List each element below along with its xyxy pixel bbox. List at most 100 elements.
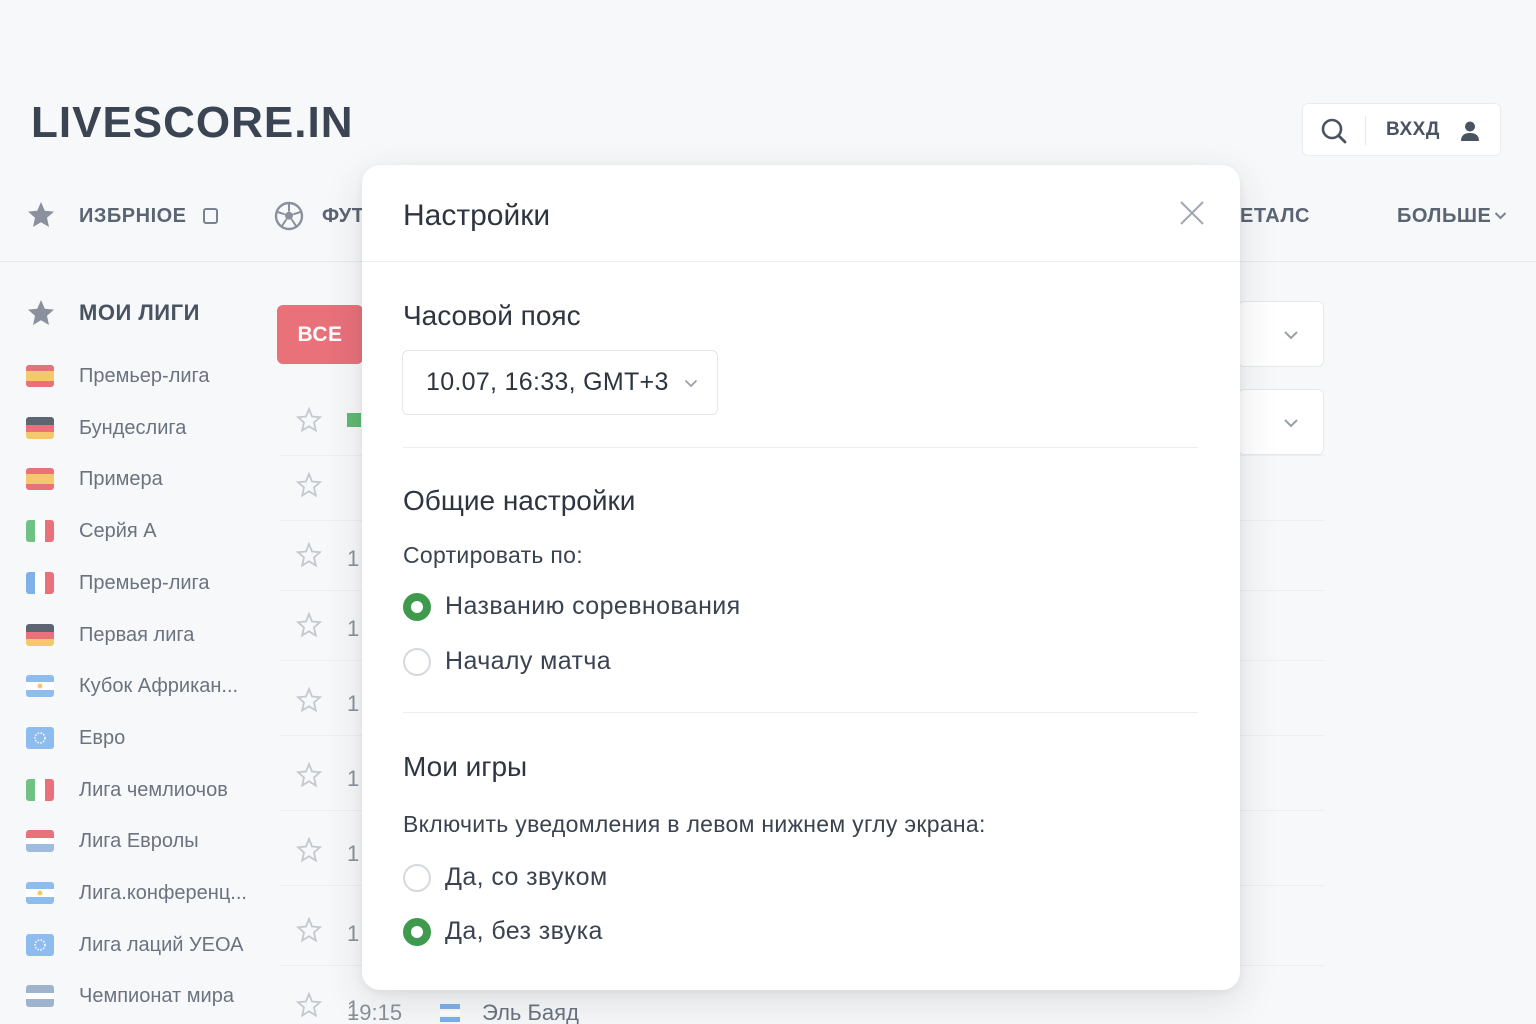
sidebar-item-label: Чемпионат мира (79, 985, 234, 1008)
flag-icon (26, 726, 54, 749)
tab-football[interactable]: ФУТ (322, 205, 362, 228)
tab-favorites[interactable]: ИЗБРНІОЕ (79, 205, 187, 228)
modal-header: Настройки (362, 165, 1240, 262)
sidebar-item-label: Кубок Африкан... (79, 675, 239, 698)
match-status-marker (347, 413, 361, 427)
sidebar-item-league[interactable]: Лига Евролы (0, 821, 275, 861)
match-time: 1 (347, 921, 360, 946)
flag-icon (26, 830, 54, 853)
sidebar-item-label: Серйя А (79, 520, 157, 543)
flag-icon (26, 365, 54, 387)
tab-more[interactable]: БОЛЬШЕ (1397, 205, 1491, 228)
flag-icon (26, 571, 54, 594)
settings-modal: Настройки Часовой пояс 10.07, 16:33, GMT… (362, 165, 1240, 990)
my-games-title: Мои игры (403, 751, 528, 782)
tab-details[interactable]: ЕТАЛС (1240, 205, 1310, 228)
chevron-down-icon (1284, 331, 1298, 340)
match-time: 1 (347, 616, 360, 641)
logo[interactable]: LIVESCORE.IN (31, 98, 354, 148)
sidebar-item-league[interactable]: Серйя А (0, 511, 275, 551)
filter-select[interactable] (1238, 301, 1324, 367)
flag-icon (26, 882, 54, 904)
timezone-title: Часовой пояс (403, 300, 581, 331)
radio-button[interactable] (403, 918, 431, 946)
match-time: 1 (347, 546, 360, 571)
user-icon[interactable] (1460, 120, 1480, 142)
chevron-down-icon (1284, 419, 1298, 428)
all-filter-button[interactable]: ВСЕ (277, 305, 363, 364)
timezone-value: 10.07, 16:33, GMT+3 (426, 368, 669, 396)
close-icon[interactable] (1178, 199, 1206, 227)
divider (1365, 116, 1366, 145)
sidebar-item-label: Евро (79, 726, 126, 749)
radio-button[interactable] (403, 864, 431, 892)
star-icon[interactable] (296, 542, 322, 568)
login-button[interactable]: ВХХД (1386, 119, 1440, 141)
match-time: 1 (347, 841, 360, 866)
sidebar-item-league[interactable]: Чемпионат мира (0, 976, 275, 1016)
match-time: 1 (347, 766, 360, 791)
star-icon[interactable] (296, 992, 322, 1018)
sidebar-item-league[interactable]: Евро (0, 718, 275, 758)
sidebar-item-league[interactable]: Лига чемлиочов (0, 770, 275, 810)
sidebar-item-label: Премьер-лига (79, 571, 210, 594)
general-settings-title: Общие настройки (403, 485, 636, 516)
sidebar-item-label: Премьер-лига (79, 365, 210, 387)
sidebar-item-label: Примера (79, 468, 163, 491)
radio-button[interactable] (403, 648, 431, 676)
flag-icon (26, 416, 54, 439)
sidebar-item-label: Лига.конференц... (79, 882, 247, 904)
star-icon[interactable] (26, 200, 56, 230)
sidebar-item-league[interactable]: Премьер-лига (0, 356, 275, 396)
sidebar-item-label: Лига лаций УЕОА (79, 933, 244, 956)
favorites-count-icon (203, 208, 218, 224)
sidebar-item-league[interactable]: Лига.конференц... (0, 873, 275, 913)
star-icon (28, 300, 54, 325)
sidebar-item-label: Лига чемлиочов (79, 778, 228, 801)
sidebar-item-league[interactable]: Лига лаций УЕОА (0, 925, 275, 965)
sidebar-item-league[interactable]: Примера (0, 459, 275, 499)
star-icon[interactable] (296, 917, 322, 943)
modal-title: Настройки (403, 199, 551, 232)
chevron-down-icon (684, 379, 698, 388)
radio-label[interactable]: Началу матча (445, 647, 611, 676)
star-icon[interactable] (296, 612, 322, 638)
notify-label: Включить уведомления в левом нижнем углу… (403, 811, 986, 837)
radio-button[interactable] (403, 593, 431, 621)
soccer-ball-icon[interactable] (274, 201, 304, 231)
divider (403, 447, 1198, 448)
team-name[interactable]: Эль Баяд (482, 1000, 579, 1024)
match-time: 19:15 (347, 1000, 403, 1024)
sidebar-title: МОИ ЛИГИ (79, 300, 200, 325)
filter-select[interactable] (1238, 389, 1324, 455)
sort-label: Сортировать по: (403, 542, 583, 568)
sidebar-item-label: Бундеслига (79, 416, 187, 439)
sidebar-item-league[interactable]: Кубок Африкан... (0, 666, 275, 706)
flag-icon (26, 623, 54, 646)
star-icon[interactable] (296, 472, 322, 498)
flag-icon (26, 520, 54, 543)
search-icon[interactable] (1320, 117, 1348, 145)
flag-icon (26, 778, 54, 801)
star-icon[interactable] (296, 837, 322, 863)
flag-icon (26, 985, 54, 1008)
star-icon[interactable] (296, 762, 322, 788)
sidebar-item-label: Лига Евролы (79, 830, 199, 853)
radio-label[interactable]: Да, со звуком (445, 863, 608, 892)
flag-icon (26, 933, 54, 956)
flag-icon (26, 675, 54, 698)
radio-label[interactable]: Да, без звука (445, 917, 603, 946)
divider (403, 712, 1198, 713)
sidebar-item-league[interactable]: Премьер-лига (0, 563, 275, 603)
sidebar-item-label: Первая лига (79, 623, 195, 646)
timezone-select[interactable]: 10.07, 16:33, GMT+3 (402, 350, 718, 415)
radio-label[interactable]: Названию соревнования (445, 592, 741, 621)
star-icon[interactable] (296, 407, 322, 433)
header-actions: ВХХД (1302, 103, 1501, 156)
sidebar-item-league[interactable]: Первая лига (0, 615, 275, 655)
sidebar-item-league[interactable]: Бундеслига (0, 408, 275, 448)
match-time: 1 (347, 691, 360, 716)
flag-icon (26, 468, 54, 491)
chevron-down-icon[interactable] (1494, 211, 1507, 220)
star-icon[interactable] (296, 687, 322, 713)
